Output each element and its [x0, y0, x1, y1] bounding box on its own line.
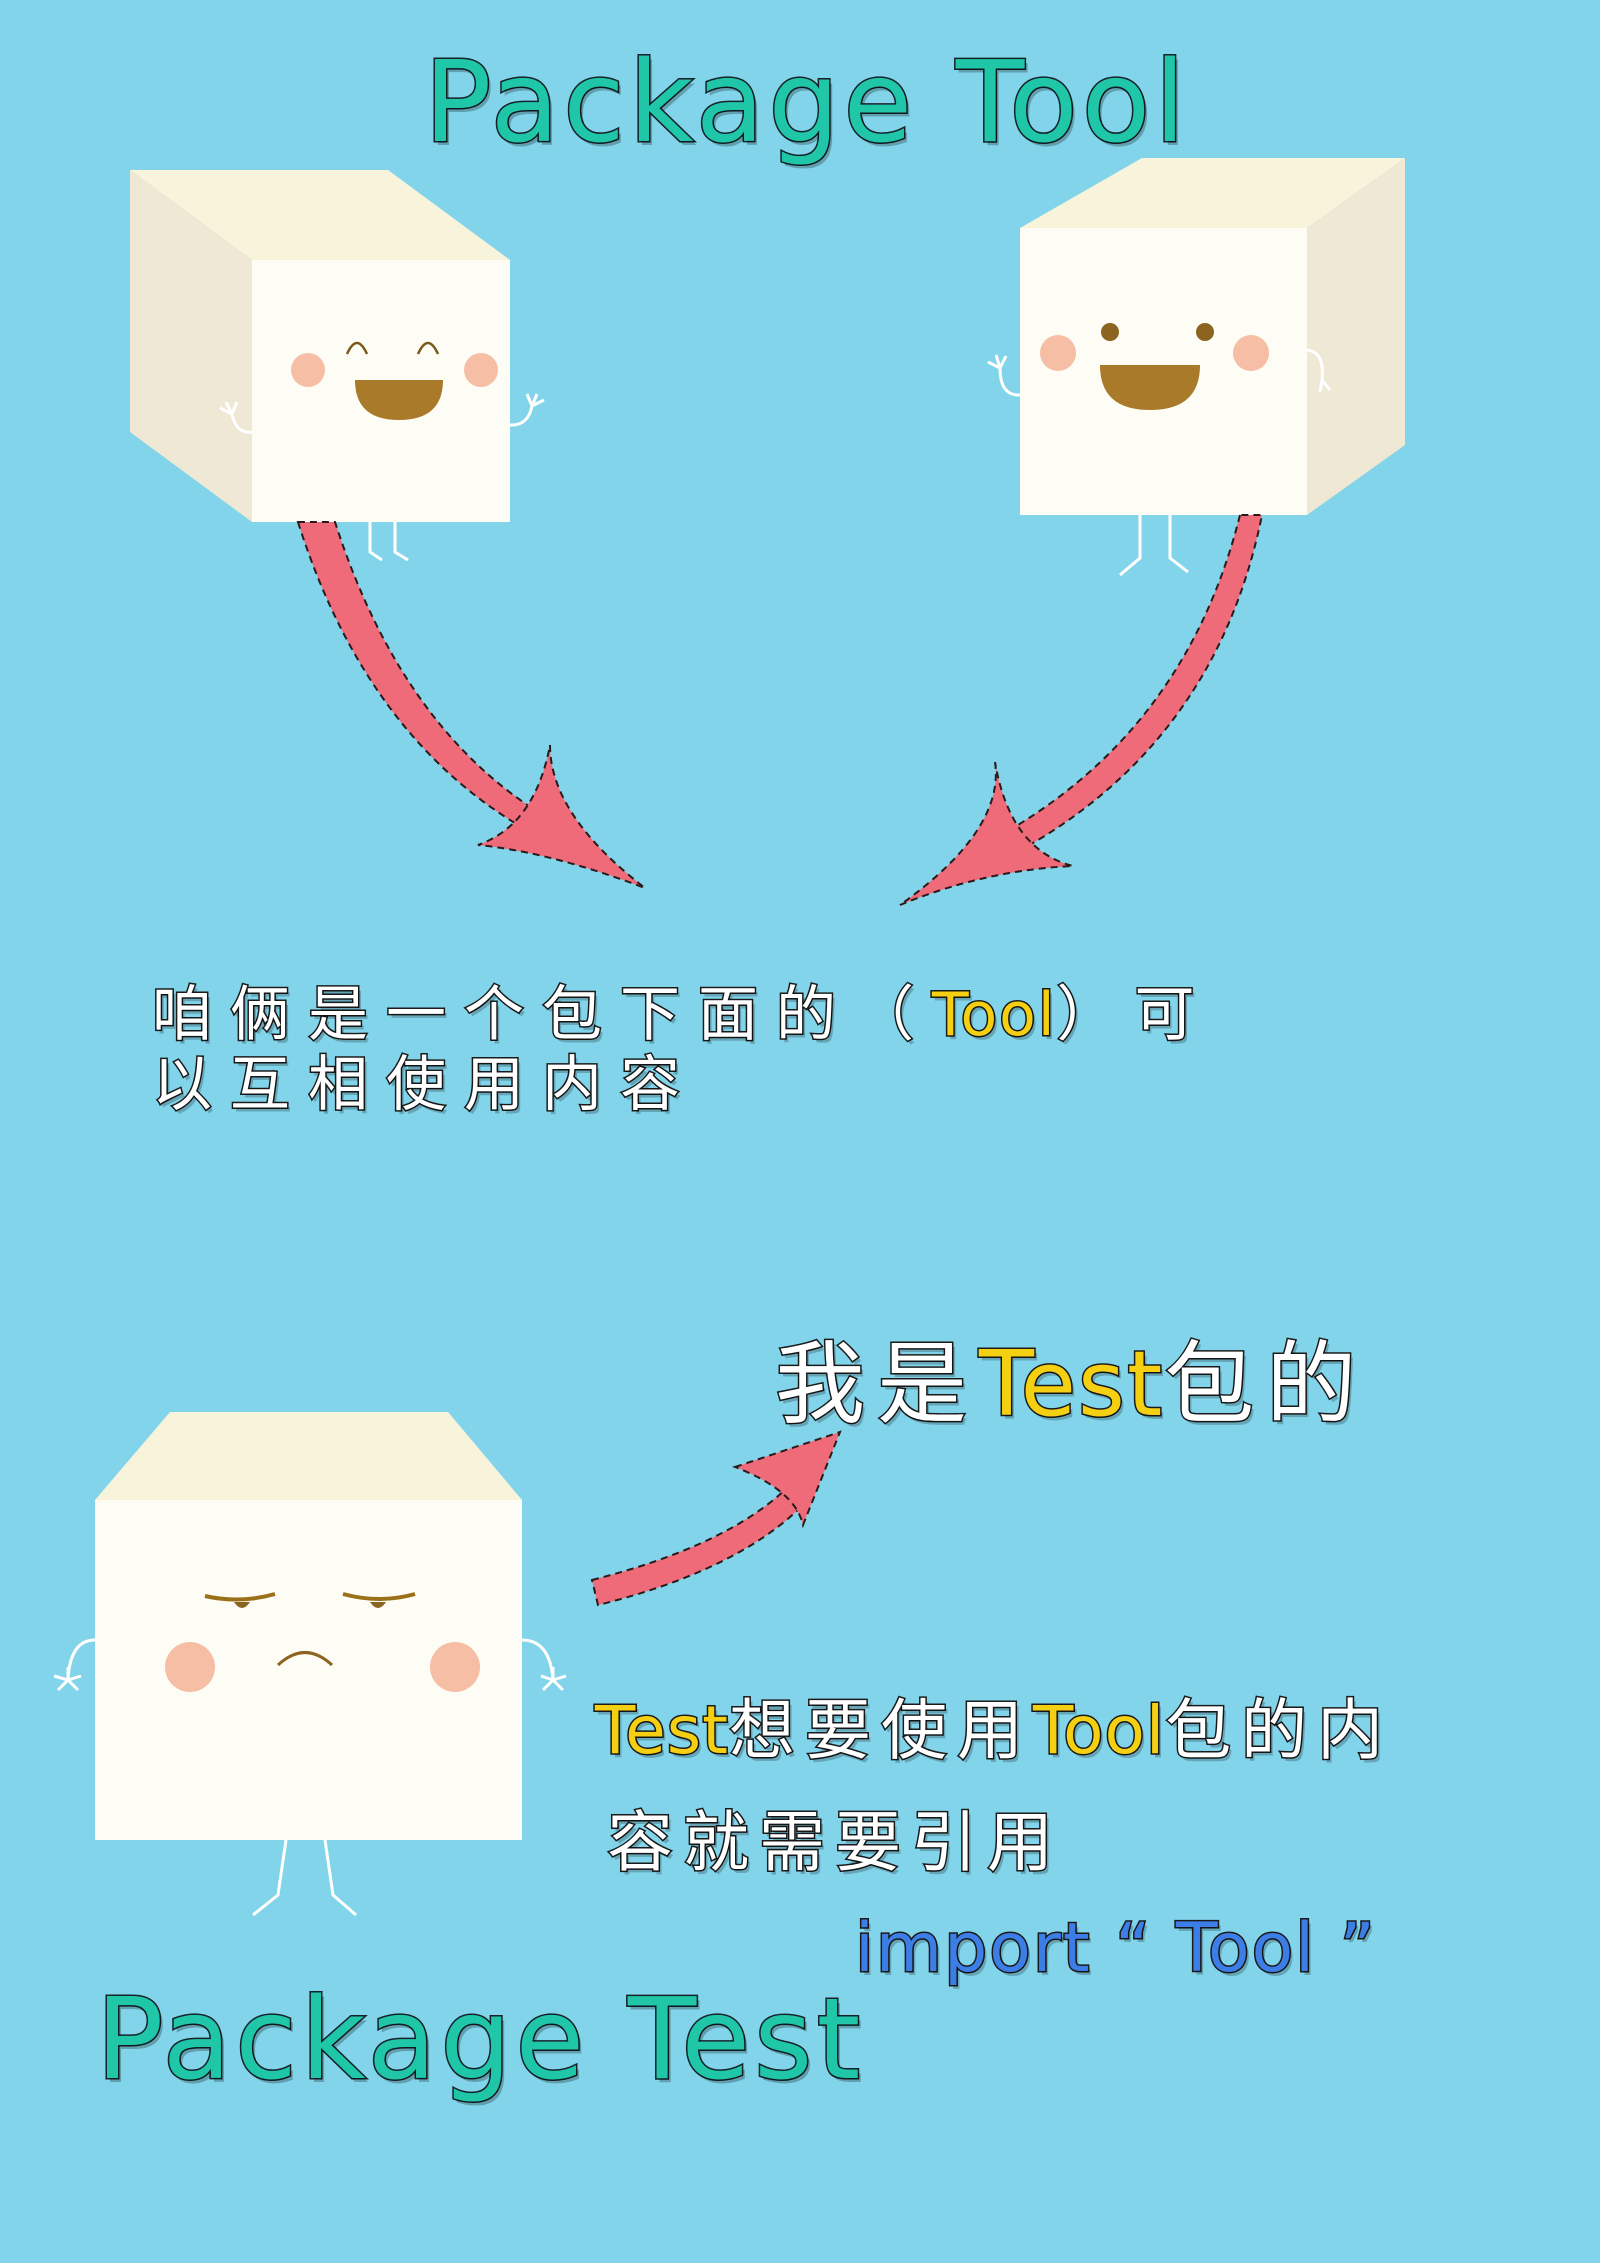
- arrow-icon: [590, 1430, 842, 1607]
- import-statement: import “ Tool ”: [853, 1908, 1377, 1990]
- caption-line2: 以互相使用内容: [151, 1049, 698, 1122]
- caption-line1: 咱俩是一个包下面的（Tool）可: [151, 979, 1213, 1052]
- caption3-line1: Test想要使用Tool包的内: [594, 1691, 1394, 1771]
- arrow-icon: [899, 514, 1264, 906]
- caption-import-need: Test想要使用Tool包的内 容就需要引用 import “ Tool ”: [594, 1675, 1394, 1999]
- caption-shared-package: 咱俩是一个包下面的（Tool）可 以互相使用内容: [151, 979, 1213, 1122]
- caption-i-am-test: 我是Test包的: [774, 1332, 1369, 1437]
- smiling-cube-icon: [987, 158, 1405, 577]
- happy-cube-icon: [130, 170, 545, 562]
- caption3-line2: 容就需要引用: [605, 1803, 1063, 1883]
- grumpy-cube-icon: [53, 1412, 567, 1917]
- arrow-icon: [296, 521, 646, 889]
